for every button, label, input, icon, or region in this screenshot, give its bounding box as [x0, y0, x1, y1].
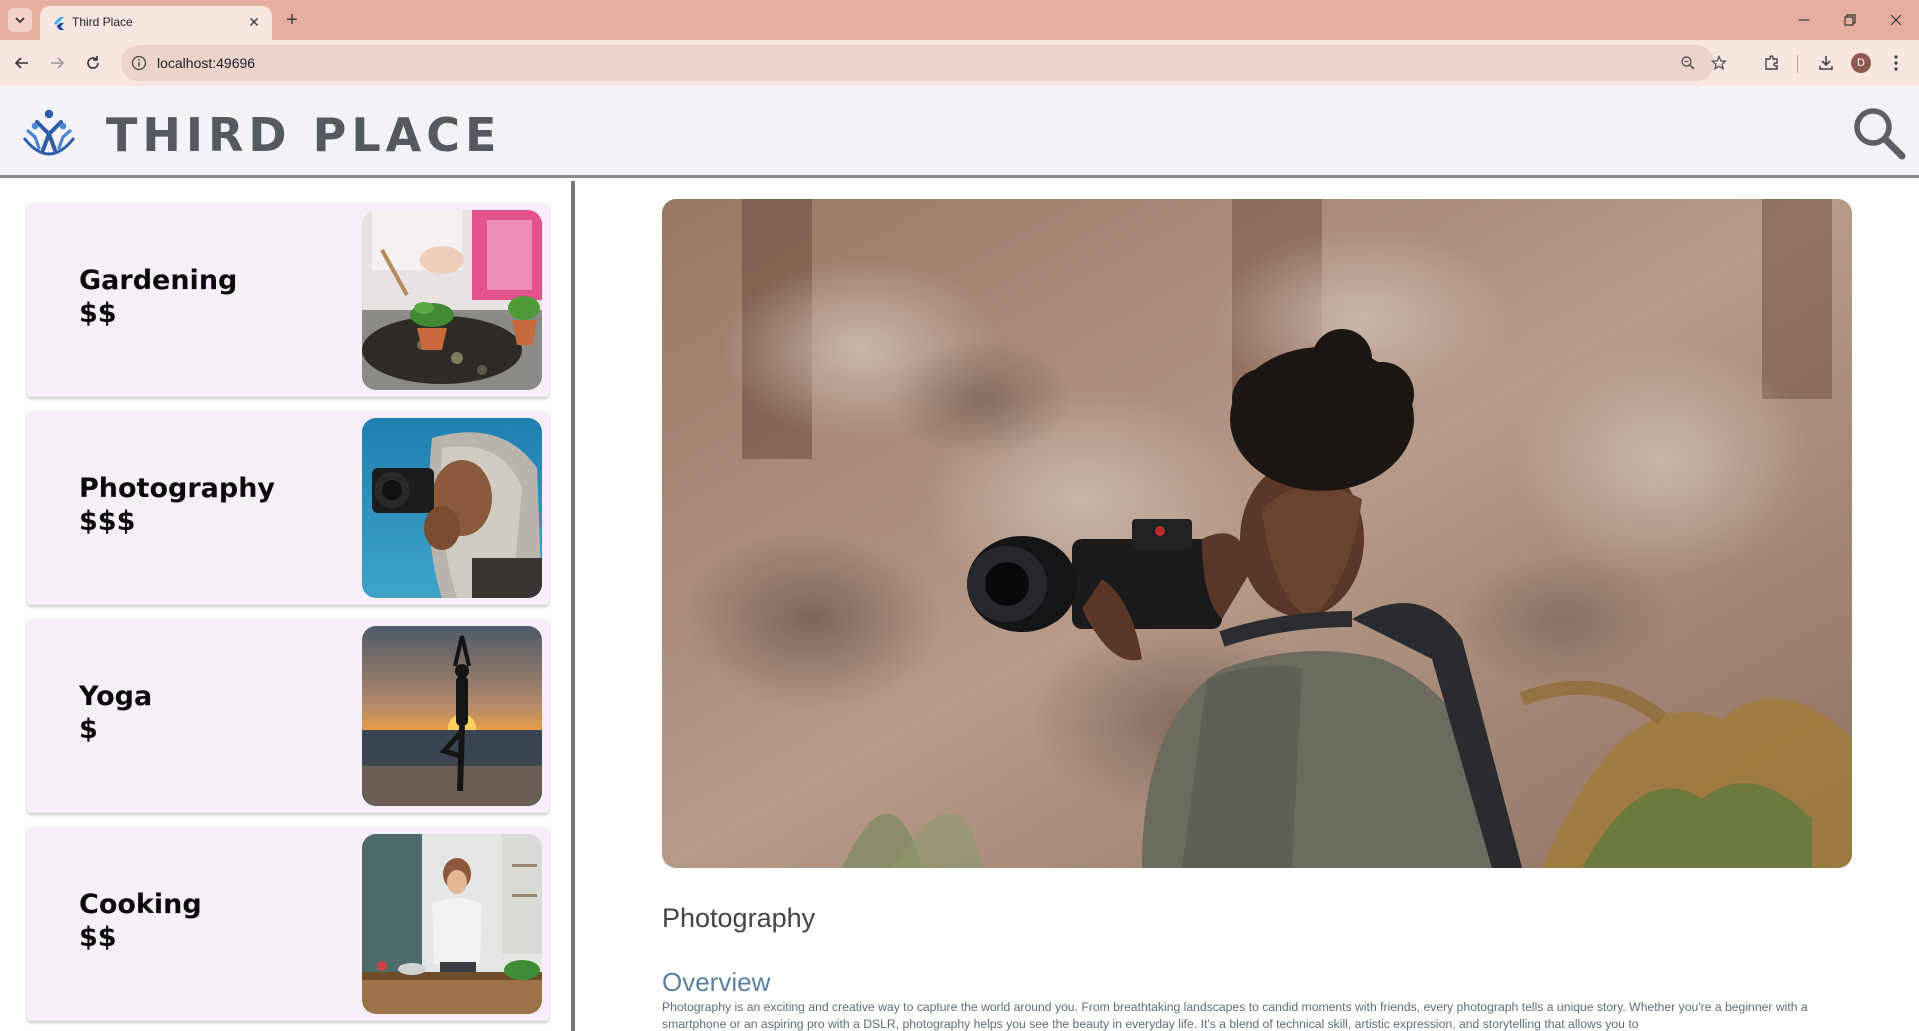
browser-toolbar: localhost:49696 D — [0, 40, 1919, 86]
app-brand-title: THIRD PLACE — [106, 108, 502, 162]
overview-heading: Overview — [662, 967, 771, 997]
activity-detail-panel: Photography Overview Photography is an e… — [579, 181, 1919, 1031]
new-tab-plus-icon[interactable]: + — [280, 8, 304, 32]
activity-card-cooking[interactable]: Cooking $$ — [27, 827, 549, 1021]
photography-photo — [362, 418, 542, 598]
tab-list-chevron-icon[interactable] — [8, 8, 32, 32]
url-text[interactable]: localhost:49696 — [157, 55, 255, 71]
back-arrow-icon[interactable] — [10, 51, 34, 75]
address-bar[interactable]: localhost:49696 — [121, 45, 1727, 81]
activity-name: Gardening — [79, 265, 238, 296]
cooking-photo — [362, 834, 542, 1014]
activity-price: $$ — [79, 922, 117, 953]
extensions-puzzle-icon[interactable] — [1760, 51, 1784, 75]
yoga-photo — [362, 626, 542, 806]
gardening-photo — [362, 210, 542, 390]
photography-hero-photo — [662, 199, 1852, 868]
browser-tabbar: Third Place ✕ + — [0, 0, 1919, 40]
reload-icon[interactable] — [81, 51, 105, 75]
minimize-icon[interactable] — [1787, 6, 1821, 34]
activity-name: Photography — [79, 473, 276, 504]
activity-card-gardening[interactable]: Gardening $$ — [27, 203, 549, 397]
flutter-favicon-icon — [54, 17, 64, 30]
overview-text: Photography is an exciting and creative … — [662, 1000, 1808, 1031]
activity-price: $ — [79, 714, 98, 745]
tab-title: Third Place — [72, 15, 133, 29]
forward-arrow-icon[interactable] — [45, 51, 69, 75]
activity-card-yoga[interactable]: Yoga $ — [27, 619, 549, 813]
site-info-icon[interactable] — [131, 55, 147, 71]
downloads-icon[interactable] — [1814, 51, 1838, 75]
third-place-logo-icon[interactable] — [18, 104, 80, 160]
toolbar-divider — [1797, 55, 1798, 73]
zoom-icon[interactable] — [1678, 53, 1698, 73]
activity-price: $$$ — [79, 506, 136, 537]
detail-title: Photography — [662, 903, 816, 933]
more-menu-icon[interactable] — [1884, 51, 1908, 75]
profile-avatar[interactable]: D — [1851, 53, 1871, 73]
app-header: THIRD PLACE — [0, 86, 1919, 178]
activity-price: $$ — [79, 298, 117, 329]
tab-close-icon[interactable]: ✕ — [244, 12, 264, 32]
activity-list: Gardening $$ Photography $$$ Yoga $ Cook… — [0, 181, 575, 1031]
browser-tab-active[interactable]: Third Place ✕ — [40, 6, 272, 40]
bookmark-star-icon[interactable] — [1709, 53, 1729, 73]
activity-name: Yoga — [79, 681, 153, 712]
activity-name: Cooking — [79, 889, 202, 920]
activity-card-photography[interactable]: Photography $$$ — [27, 411, 549, 605]
search-icon[interactable] — [1850, 104, 1906, 160]
close-window-icon[interactable] — [1879, 6, 1913, 34]
restore-icon[interactable] — [1833, 6, 1867, 34]
